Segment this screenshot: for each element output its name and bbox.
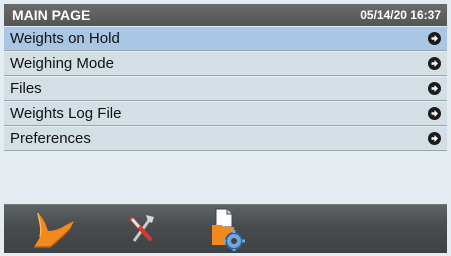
menu-item-weights-on-hold[interactable]: Weights on Hold	[4, 27, 447, 51]
menu-item-label: Weighing Mode	[10, 55, 114, 72]
menu-item-weighing-mode[interactable]: Weighing Mode	[4, 52, 447, 76]
main-screen: MAIN PAGE 05/14/20 16:37 Weights on Hold…	[0, 0, 451, 256]
menu-item-label: Weights Log File	[10, 105, 122, 122]
arrow-right-circle-icon	[428, 82, 441, 95]
page-title: MAIN PAGE	[12, 7, 91, 23]
title-bar: MAIN PAGE 05/14/20 16:37	[4, 4, 447, 26]
empty-area	[4, 152, 447, 204]
menu-item-weights-log-file[interactable]: Weights Log File	[4, 102, 447, 126]
file-settings-icon	[212, 208, 245, 252]
main-menu: Weights on Hold Weighing Mode Files Weig…	[4, 27, 447, 152]
file-settings-button[interactable]	[200, 207, 260, 252]
datetime-display: 05/14/20 16:37	[360, 8, 441, 22]
tools-icon	[130, 215, 154, 242]
weighing-button[interactable]	[26, 207, 86, 251]
arrow-right-circle-icon	[428, 57, 441, 70]
menu-item-label: Files	[10, 80, 42, 97]
menu-item-preferences[interactable]: Preferences	[4, 127, 447, 151]
menu-item-label: Preferences	[10, 130, 91, 147]
menu-item-label: Weights on Hold	[10, 30, 120, 47]
scale-weighing-icon	[34, 212, 74, 248]
menu-item-files[interactable]: Files	[4, 77, 447, 101]
arrow-right-circle-icon	[428, 132, 441, 145]
bottom-toolbar	[4, 204, 447, 253]
tools-button[interactable]	[112, 207, 172, 251]
arrow-right-circle-icon	[428, 107, 441, 120]
arrow-right-circle-icon	[428, 32, 441, 45]
